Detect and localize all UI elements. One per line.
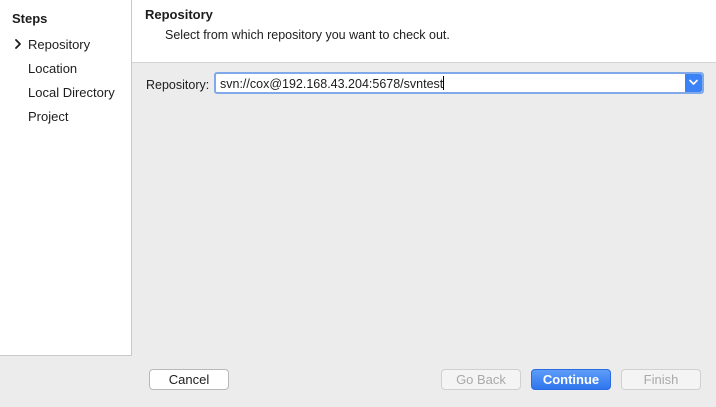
step-location[interactable]: Location [28, 61, 77, 76]
page-title: Repository [145, 7, 213, 22]
repository-panel: Repository: svn://cox@192.168.43.204:567… [132, 63, 716, 355]
chevron-right-icon [15, 39, 21, 49]
cancel-button[interactable]: Cancel [149, 369, 229, 390]
repository-value: svn://cox@192.168.43.204:5678/svntest [220, 77, 444, 91]
text-caret [443, 76, 445, 90]
repository-dropdown-button[interactable] [685, 74, 702, 92]
step-project[interactable]: Project [28, 109, 68, 124]
step-repository[interactable]: Repository [28, 37, 90, 52]
steps-title: Steps [12, 11, 48, 26]
repository-label: Repository: [146, 78, 210, 92]
finish-button[interactable]: Finish [621, 369, 701, 390]
chevron-down-icon [689, 79, 698, 85]
continue-button[interactable]: Continue [531, 369, 611, 390]
steps-sidebar: Steps Repository Location Local Director… [0, 0, 132, 356]
page-subtitle: Select from which repository you want to… [165, 28, 450, 42]
go-back-button[interactable]: Go Back [441, 369, 521, 390]
page-header: Repository Select from which repository … [132, 0, 716, 63]
repository-input[interactable]: svn://cox@192.168.43.204:5678/svntest [220, 76, 445, 91]
step-local-directory[interactable]: Local Directory [28, 85, 115, 100]
repository-combobox[interactable]: svn://cox@192.168.43.204:5678/svntest [214, 72, 704, 94]
